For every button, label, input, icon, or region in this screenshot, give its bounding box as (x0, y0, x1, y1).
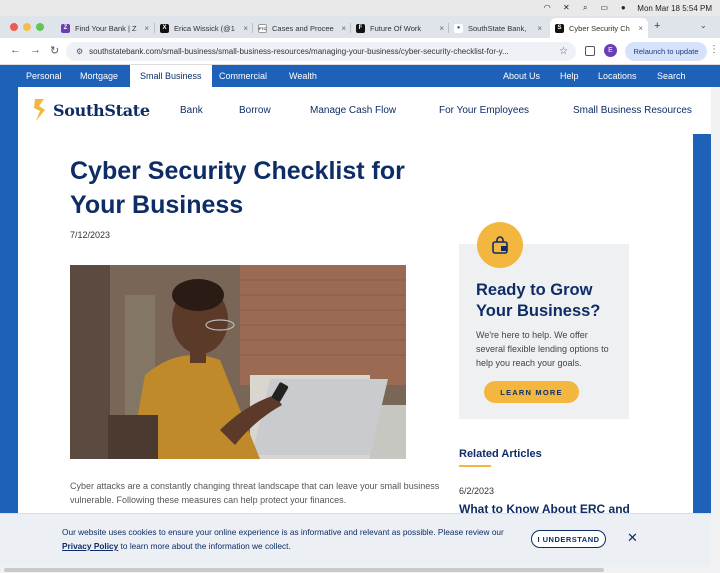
browser-tab[interactable]: X Erica Wissick (@1 × (155, 18, 253, 38)
url-text[interactable]: southstatebank.com/small-business/small-… (89, 47, 559, 56)
promo-text: We're here to help. We offer several fle… (476, 330, 609, 368)
site-header: SouthState Bank Borrow Manage Cash Flow … (18, 87, 711, 134)
tab-close-icon[interactable]: × (439, 24, 444, 33)
wifi-icon[interactable]: ◠ (542, 4, 552, 12)
tab-search-chevron-icon[interactable]: ⌄ (700, 21, 707, 30)
horizontal-scrollbar[interactable] (0, 567, 711, 573)
tab-title: Cases and Procee (272, 23, 334, 33)
related-articles-divider (459, 465, 491, 467)
tab-favicon-icon: F (356, 23, 365, 33)
hero-image (70, 265, 406, 459)
i-understand-button[interactable]: I UNDERSTAND (531, 530, 606, 548)
browser-toolbar: ← → ↻ ⚙ southstatebank.com/small-busines… (0, 38, 720, 65)
cookie-banner: Our website uses cookies to ensure your … (0, 513, 711, 567)
profile-avatar[interactable]: E (604, 44, 617, 57)
scroll-thumb[interactable] (4, 568, 604, 572)
reload-icon[interactable]: ↻ (50, 44, 59, 57)
close-window-button[interactable] (10, 23, 18, 31)
tab-title: Cyber Security Ch (569, 23, 630, 33)
back-arrow-icon[interactable]: ← (10, 44, 21, 56)
tab-favicon-icon: X (160, 23, 169, 33)
logo-mark-icon (34, 99, 45, 121)
tab-separator (154, 23, 155, 33)
tab-close-icon[interactable]: × (243, 24, 248, 33)
cookie-text: Our website uses cookies to ensure your … (62, 527, 504, 537)
nav-search[interactable]: Search (657, 65, 686, 87)
relaunch-button[interactable]: Relaunch to update (625, 42, 707, 61)
cookie-message: Our website uses cookies to ensure your … (62, 525, 522, 553)
promo-badge (477, 222, 523, 268)
browser-tab[interactable]: FTC Cases and Procee × (253, 18, 351, 38)
main-nav-for-your-employees[interactable]: For Your Employees (439, 105, 529, 116)
bookmark-star-icon[interactable]: ☆ (559, 46, 576, 57)
tab-favicon-icon: FTC (258, 23, 267, 33)
related-articles-heading: Related Articles (459, 448, 542, 460)
tab-separator (350, 23, 351, 33)
window-controls (10, 23, 44, 31)
woman-with-phone-and-laptop-illustration (70, 265, 406, 459)
tab-close-icon[interactable]: × (144, 24, 149, 33)
tab-title: Find Your Bank | Z (75, 23, 137, 33)
control-center-icon[interactable]: ▭ (599, 4, 609, 12)
tab-title: Future Of Work (370, 23, 422, 33)
nav-small-business[interactable]: Small Business (130, 65, 212, 87)
zoom-window-button[interactable] (36, 23, 44, 31)
page-title: Cyber Security Checklist for Your Busine… (70, 157, 405, 219)
tab-favicon-icon: Z (61, 23, 70, 33)
minimize-window-button[interactable] (23, 23, 31, 31)
side-panel-icon[interactable] (585, 46, 595, 56)
right-brand-rail (693, 134, 711, 573)
siri-icon[interactable]: ● (618, 4, 628, 12)
promo-title: Ready to Grow Your Business? (476, 281, 601, 320)
tab-title: SouthState Bank, (468, 23, 527, 33)
tab-favicon-icon: S (555, 23, 564, 33)
nav-personal[interactable]: Personal (26, 65, 62, 87)
learn-more-button[interactable]: LEARN MORE (484, 381, 579, 403)
tab-close-icon[interactable]: × (638, 24, 643, 33)
tab-title: Erica Wissick (@1 (174, 23, 235, 33)
new-tab-button[interactable]: + (654, 20, 660, 32)
browser-tab[interactable]: ● SouthState Bank, × (449, 18, 547, 38)
browser-tab[interactable]: S Cyber Security Ch × (550, 18, 648, 38)
article-intro: Cyber attacks are a constantly changing … (70, 481, 440, 505)
main-nav-manage-cash-flow[interactable]: Manage Cash Flow (310, 105, 396, 116)
mute-icon[interactable]: ✕ (561, 4, 571, 12)
vertical-scrollbar[interactable] (711, 87, 720, 573)
tab-separator (252, 23, 253, 33)
main-nav-borrow[interactable]: Borrow (239, 105, 271, 116)
browser-tab-strip: Z Find Your Bank | Z × X Erica Wissick (@1 × F… (0, 16, 720, 38)
nav-commercial[interactable]: Commercial (219, 65, 267, 87)
logo-wordmark: SouthState (53, 100, 150, 120)
main-nav-bank[interactable]: Bank (180, 105, 203, 116)
address-bar[interactable]: ⚙ southstatebank.com/small-business/smal… (66, 42, 576, 61)
shopping-bag-lock-icon (492, 236, 508, 254)
tab-separator (448, 23, 449, 33)
nav-mortgage[interactable]: Mortgage (80, 65, 118, 87)
nav-wealth[interactable]: Wealth (289, 65, 317, 87)
browser-menu-icon[interactable]: ⋮ (709, 44, 719, 55)
tab-favicon-icon: ● (454, 23, 463, 33)
article-date: 7/12/2023 (70, 230, 111, 240)
related-article-date: 6/2/2023 (459, 486, 495, 496)
cookie-text-after: to learn more about the information we c… (120, 541, 291, 551)
main-nav-small-business-resources[interactable]: Small Business Resources (573, 105, 692, 116)
nav-help[interactable]: Help (560, 65, 579, 87)
southstate-logo[interactable]: SouthState (32, 97, 150, 123)
tab-close-icon[interactable]: × (537, 24, 542, 33)
search-icon[interactable]: ⌕ (580, 4, 590, 12)
nav-locations[interactable]: Locations (598, 65, 637, 87)
privacy-policy-link[interactable]: Privacy Policy (62, 541, 118, 551)
site-info-icon[interactable]: ⚙ (76, 47, 83, 56)
browser-tab[interactable]: F Future Of Work × (351, 18, 449, 38)
system-menubar: ◠ ✕ ⌕ ▭ ● Mon Mar 18 5:54 PM (0, 0, 720, 16)
left-brand-rail (0, 87, 18, 573)
utility-nav: Personal Mortgage Small Business Commerc… (0, 65, 720, 87)
browser-tab[interactable]: Z Find Your Bank | Z × (56, 18, 154, 38)
nav-about-us[interactable]: About Us (503, 65, 540, 87)
article-content: Cyber Security Checklist for Your Busine… (18, 134, 693, 573)
tab-close-icon[interactable]: × (341, 24, 346, 33)
forward-arrow-icon[interactable]: → (30, 44, 41, 56)
menubar-clock[interactable]: Mon Mar 18 5:54 PM (637, 4, 712, 13)
close-icon[interactable]: ✕ (627, 531, 638, 545)
